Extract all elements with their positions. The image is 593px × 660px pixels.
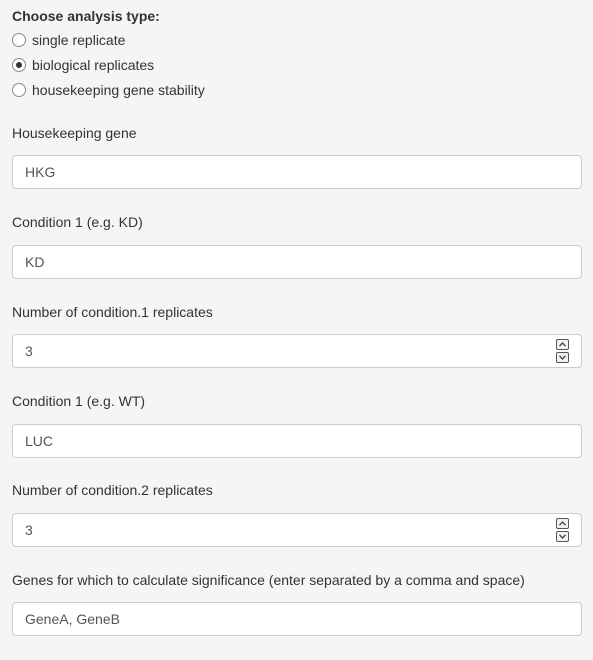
chevron-up-icon[interactable] [556, 518, 569, 529]
radio-button-unchecked[interactable] [12, 33, 26, 47]
input-value: GeneA, GeneB [25, 611, 120, 627]
condition1-input[interactable]: KD [12, 245, 582, 279]
radio-button-checked[interactable] [12, 58, 26, 72]
radio-biological-replicates[interactable]: biological replicates [12, 55, 154, 75]
condition2-label: Condition 1 (e.g. WT) [12, 393, 146, 409]
condition2-replicates-input[interactable]: 3 [12, 513, 582, 547]
condition1-replicates-input[interactable]: 3 [12, 334, 582, 368]
condition2-replicates-label: Number of condition.2 replicates [12, 482, 213, 498]
input-value: KD [25, 254, 45, 270]
genes-input[interactable]: GeneA, GeneB [12, 602, 582, 636]
radio-single-replicate[interactable]: single replicate [12, 30, 125, 50]
housekeeping-gene-label: Housekeeping gene [12, 125, 137, 141]
radio-label: single replicate [32, 32, 126, 48]
chevron-down-icon[interactable] [556, 531, 569, 542]
analysis-type-heading: Choose analysis type: [12, 8, 160, 24]
condition1-replicates-label: Number of condition.1 replicates [12, 304, 213, 320]
input-value: LUC [25, 433, 54, 449]
chevron-up-icon[interactable] [556, 339, 569, 350]
housekeeping-gene-input[interactable]: HKG [12, 155, 582, 189]
number-spinner [556, 339, 569, 363]
genes-label: Genes for which to calculate significanc… [12, 572, 525, 588]
radio-button-unchecked[interactable] [12, 83, 26, 97]
condition1-label: Condition 1 (e.g. KD) [12, 214, 143, 230]
condition2-input[interactable]: LUC [12, 424, 582, 458]
number-spinner [556, 518, 569, 542]
radio-housekeeping-stability[interactable]: housekeeping gene stability [12, 80, 205, 100]
radio-label: housekeeping gene stability [32, 82, 205, 98]
input-value: 3 [25, 522, 33, 538]
input-value: HKG [25, 164, 56, 180]
radio-label: biological replicates [32, 57, 155, 73]
input-value: 3 [25, 343, 33, 359]
chevron-down-icon[interactable] [556, 352, 569, 363]
analysis-settings-panel: Choose analysis type: single replicate b… [0, 0, 593, 660]
